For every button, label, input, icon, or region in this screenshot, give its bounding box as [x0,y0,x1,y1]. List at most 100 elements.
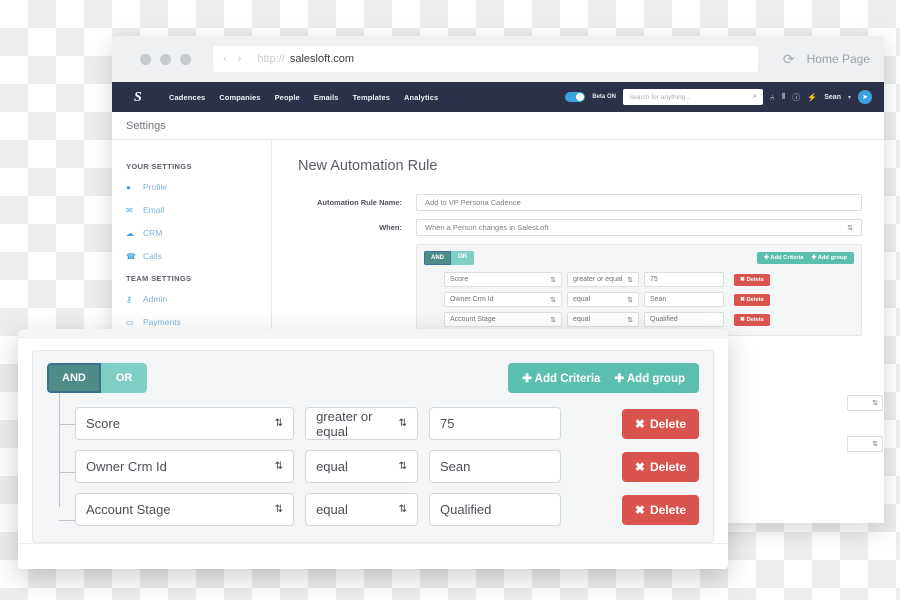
reload-icon[interactable]: ⟳ [783,51,795,68]
criteria-value: Sean [650,296,667,303]
criteria-value-input[interactable]: 75 [429,407,561,440]
criteria-field-select[interactable]: Score ⇅ [75,407,295,440]
criteria-operator-select[interactable]: equal ⇅ [567,292,639,307]
delete-label: Delete [649,502,686,517]
bolt-icon[interactable]: ⚡ [807,93,817,102]
and-or-toggle[interactable]: AND OR [47,363,148,393]
nav-link-templates[interactable]: Templates [353,93,390,102]
rule-name-row: Automation Rule Name: Add to VP Persona … [298,194,862,211]
criteria-value-input[interactable]: Qualified [429,493,561,526]
add-criteria-button[interactable]: ✚ Add Criteria [764,255,803,261]
sidebar-item-admin[interactable]: ⚷ Admin [126,294,271,304]
when-select[interactable]: When a Person changes in SalesLoft ⇅ [416,219,862,236]
or-button[interactable]: OR [100,363,148,393]
add-group-button[interactable]: ✚ Add group [811,255,847,261]
tree-connector-horizontal [59,520,75,521]
criteria-row: Owner Crm Id ⇅ equal ⇅ Sean ✖ Delete [75,450,699,483]
and-button[interactable]: AND [47,363,101,393]
delete-criteria-button[interactable]: ✖ Delete [621,408,699,439]
select-spinner-icon: ⇅ [847,224,853,232]
sidebar-item-payments[interactable]: ▭ Payments [126,317,271,327]
tree-connector-horizontal [59,424,75,425]
sidebar-group-your-settings: YOUR SETTINGS [126,162,192,171]
criteria-value-input[interactable]: 75 [644,272,724,287]
background-select-partial[interactable]: ⇅ [847,395,883,411]
sidebar-item-crm[interactable]: ☁ CRM [126,228,271,238]
key-icon: ⚷ [126,294,132,304]
forward-icon[interactable]: › [238,53,242,65]
browser-chrome-right: ⟳ Home Page [767,51,870,68]
nav-link-companies[interactable]: Companies [219,93,260,102]
sidebar-item-label: Admin [143,294,168,304]
rule-name-input[interactable]: Add to VP Persona Cadence [416,194,862,211]
sliders-icon[interactable]: ⦀ [782,92,786,102]
sidebar-group-team-settings: TEAM SETTINGS [126,274,192,283]
criteria-field-value: Account Stage [450,316,496,323]
criteria-operator-select[interactable]: equal ⇅ [567,312,639,327]
global-search-input[interactable]: Search for anything... ⌕ [622,89,763,105]
home-page-label[interactable]: Home Page [807,52,870,66]
delete-label: Delete [649,459,686,474]
criteria-group-header: AND OR ✚ Add Criteria ✚ Add group [424,251,854,265]
criteria-row: Score ⇅ greater or equal ⇅ 75 ✖ Delete [424,272,854,287]
nav-link-people[interactable]: People [275,93,300,102]
nav-link-analytics[interactable]: Analytics [404,93,438,102]
criteria-field-value: Score [450,276,469,283]
salesloft-logo-icon[interactable]: S [134,90,149,105]
delete-criteria-button[interactable]: ✖ Delete [734,273,770,286]
criteria-operator-select[interactable]: greater or equal ⇅ [567,272,639,287]
criteria-field-select[interactable]: Owner Crm Id ⇅ [444,292,562,307]
and-or-toggle[interactable]: AND OR [424,251,474,265]
criteria-field-select[interactable]: Account Stage ⇅ [444,312,562,327]
sidebar-item-label: Payments [143,317,181,327]
criteria-value-input[interactable]: Sean [644,292,724,307]
select-spinner-icon: ⇅ [872,400,878,407]
criteria-value-input[interactable]: Sean [429,450,561,483]
when-value: When a Person changes in SalesLoft [425,223,549,232]
send-avatar-icon[interactable]: ➤ [858,90,872,104]
criteria-operator-select[interactable]: equal ⇅ [305,450,419,483]
and-button[interactable]: AND [424,251,451,265]
select-spinner-icon: ⇅ [550,316,556,324]
sidebar-item-profile[interactable]: ● Profile [126,182,271,192]
criteria-field-select[interactable]: Owner Crm Id ⇅ [75,450,295,483]
primary-nav-links: Cadences Companies People Emails Templat… [169,93,438,102]
minimize-window-dot[interactable] [160,53,171,65]
criteria-field-select[interactable]: Score ⇅ [444,272,562,287]
delete-criteria-button[interactable]: ✖ Delete [621,494,699,525]
nav-link-cadences[interactable]: Cadences [169,93,205,102]
help-icon[interactable]: ⓘ [792,92,800,103]
chevron-down-icon[interactable]: ▾ [848,94,851,101]
or-button[interactable]: OR [451,251,474,265]
delete-criteria-button[interactable]: ✖ Delete [621,451,699,482]
activity-icon[interactable]: ⑃ [770,93,775,102]
sidebar-item-email[interactable]: ✉ Email [126,205,271,215]
sidebar-item-calls[interactable]: ☎ Calls [126,251,271,261]
delete-criteria-button[interactable]: ✖ Delete [734,293,770,306]
criteria-value: 75 [440,416,455,431]
browser-nav-arrows: ‹ › [223,53,241,65]
maximize-window-dot[interactable] [180,53,191,65]
criteria-value: 75 [650,276,658,283]
criteria-row: Account Stage ⇅ equal ⇅ Qualified ✖ Dele… [424,312,854,327]
beta-toggle[interactable] [565,92,586,102]
criteria-value-input[interactable]: Qualified [644,312,724,327]
back-icon[interactable]: ‹ [223,53,227,65]
criteria-operator-select[interactable]: greater or equal ⇅ [305,407,419,440]
background-select-partial[interactable]: ⇅ [847,436,883,452]
criteria-operator-value: equal [316,502,348,517]
when-label: When: [379,223,402,232]
address-bar[interactable]: ‹ › http:// salesloft.com [213,46,758,72]
search-icon[interactable]: ⌕ [753,93,757,101]
criteria-operator-select[interactable]: equal ⇅ [305,493,419,526]
add-criteria-button[interactable]: ✚ Add Criteria [522,371,600,385]
user-menu-label[interactable]: Sean [824,94,841,101]
criteria-field-select[interactable]: Account Stage ⇅ [75,493,295,526]
close-window-dot[interactable] [140,53,151,65]
nav-link-emails[interactable]: Emails [314,93,339,102]
add-group-button[interactable]: ✚ Add group [614,371,685,385]
criteria-group-header: AND OR ✚ Add Criteria ✚ Add group [47,363,699,393]
popup-footer [18,543,728,569]
cloud-icon: ☁ [126,228,134,238]
delete-criteria-button[interactable]: ✖ Delete [734,313,770,326]
